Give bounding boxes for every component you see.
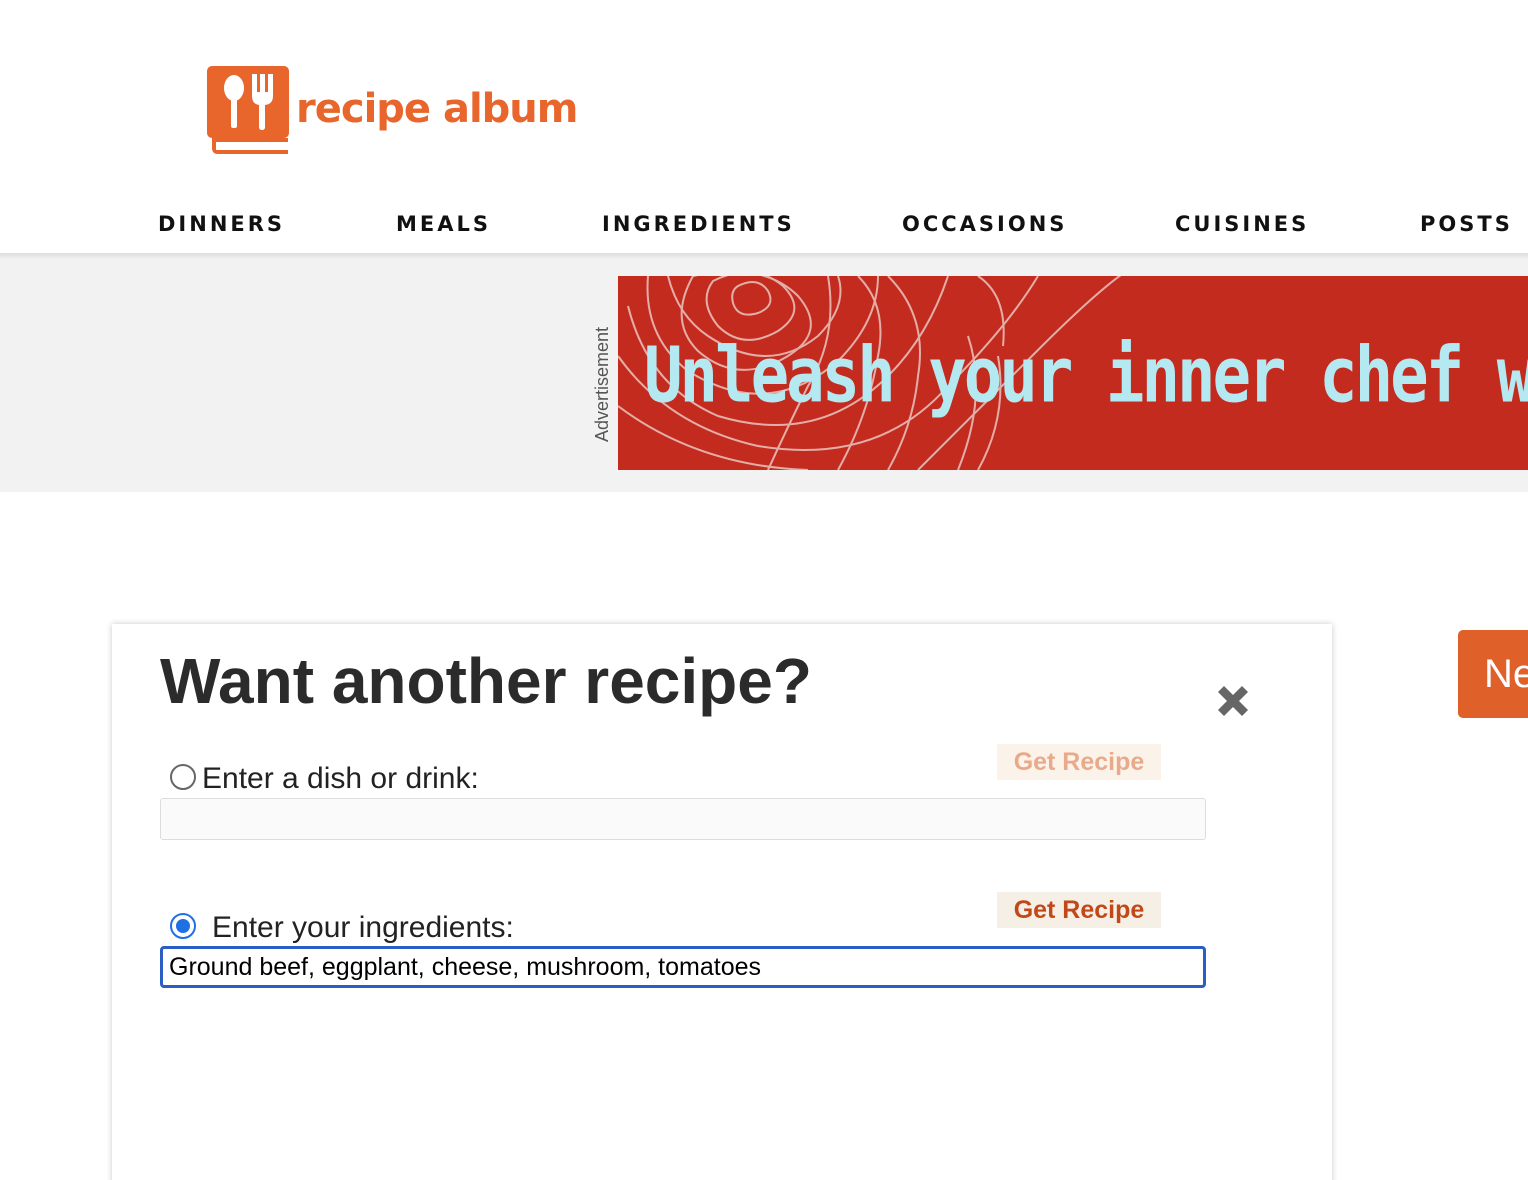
- dish-input[interactable]: [160, 798, 1206, 840]
- ad-label: Advertisement: [590, 302, 614, 442]
- ingredients-radio[interactable]: [170, 913, 196, 939]
- dish-get-recipe-button[interactable]: Get Recipe: [997, 744, 1161, 780]
- close-button[interactable]: [1212, 680, 1254, 722]
- nav-divider: [0, 253, 1528, 259]
- ad-headline: Unleash your inner chef with pe: [644, 332, 1528, 421]
- ingredients-radio-label: Enter your ingredients:: [212, 911, 514, 944]
- nav-dinners[interactable]: DINNERS: [158, 212, 285, 236]
- dish-radio[interactable]: [170, 764, 196, 790]
- close-icon: [1218, 686, 1248, 716]
- logo-text: recipe album: [296, 86, 578, 132]
- ad-label-text: Advertisement: [592, 326, 612, 442]
- main-nav: DINNERS MEALS INGREDIENTS OCCASIONS CUIS…: [0, 200, 1528, 254]
- ad-banner[interactable]: Unleash your inner chef with pe: [618, 276, 1528, 470]
- another-recipe-modal: Want another recipe? Enter a dish or dri…: [112, 624, 1332, 1180]
- nav-occasions[interactable]: OCCASIONS: [902, 212, 1067, 236]
- nav-meals[interactable]: MEALS: [396, 212, 491, 236]
- next-recipe-side-button[interactable]: Ne: [1458, 630, 1528, 718]
- site-header: recipe album DINNERS MEALS INGREDIENTS O…: [0, 0, 1528, 254]
- ingredients-get-recipe-button[interactable]: Get Recipe: [997, 892, 1161, 928]
- nav-posts[interactable]: POSTS: [1420, 212, 1513, 236]
- nav-ingredients[interactable]: INGREDIENTS: [602, 212, 795, 236]
- nav-cuisines[interactable]: CUISINES: [1175, 212, 1309, 236]
- modal-title: Want another recipe?: [160, 645, 812, 717]
- dish-radio-label: Enter a dish or drink:: [202, 762, 479, 795]
- site-logo[interactable]: recipe album: [206, 66, 578, 156]
- page: recipe album DINNERS MEALS INGREDIENTS O…: [0, 0, 1528, 1180]
- ingredients-input[interactable]: [160, 946, 1206, 988]
- recipe-book-icon: [207, 66, 289, 154]
